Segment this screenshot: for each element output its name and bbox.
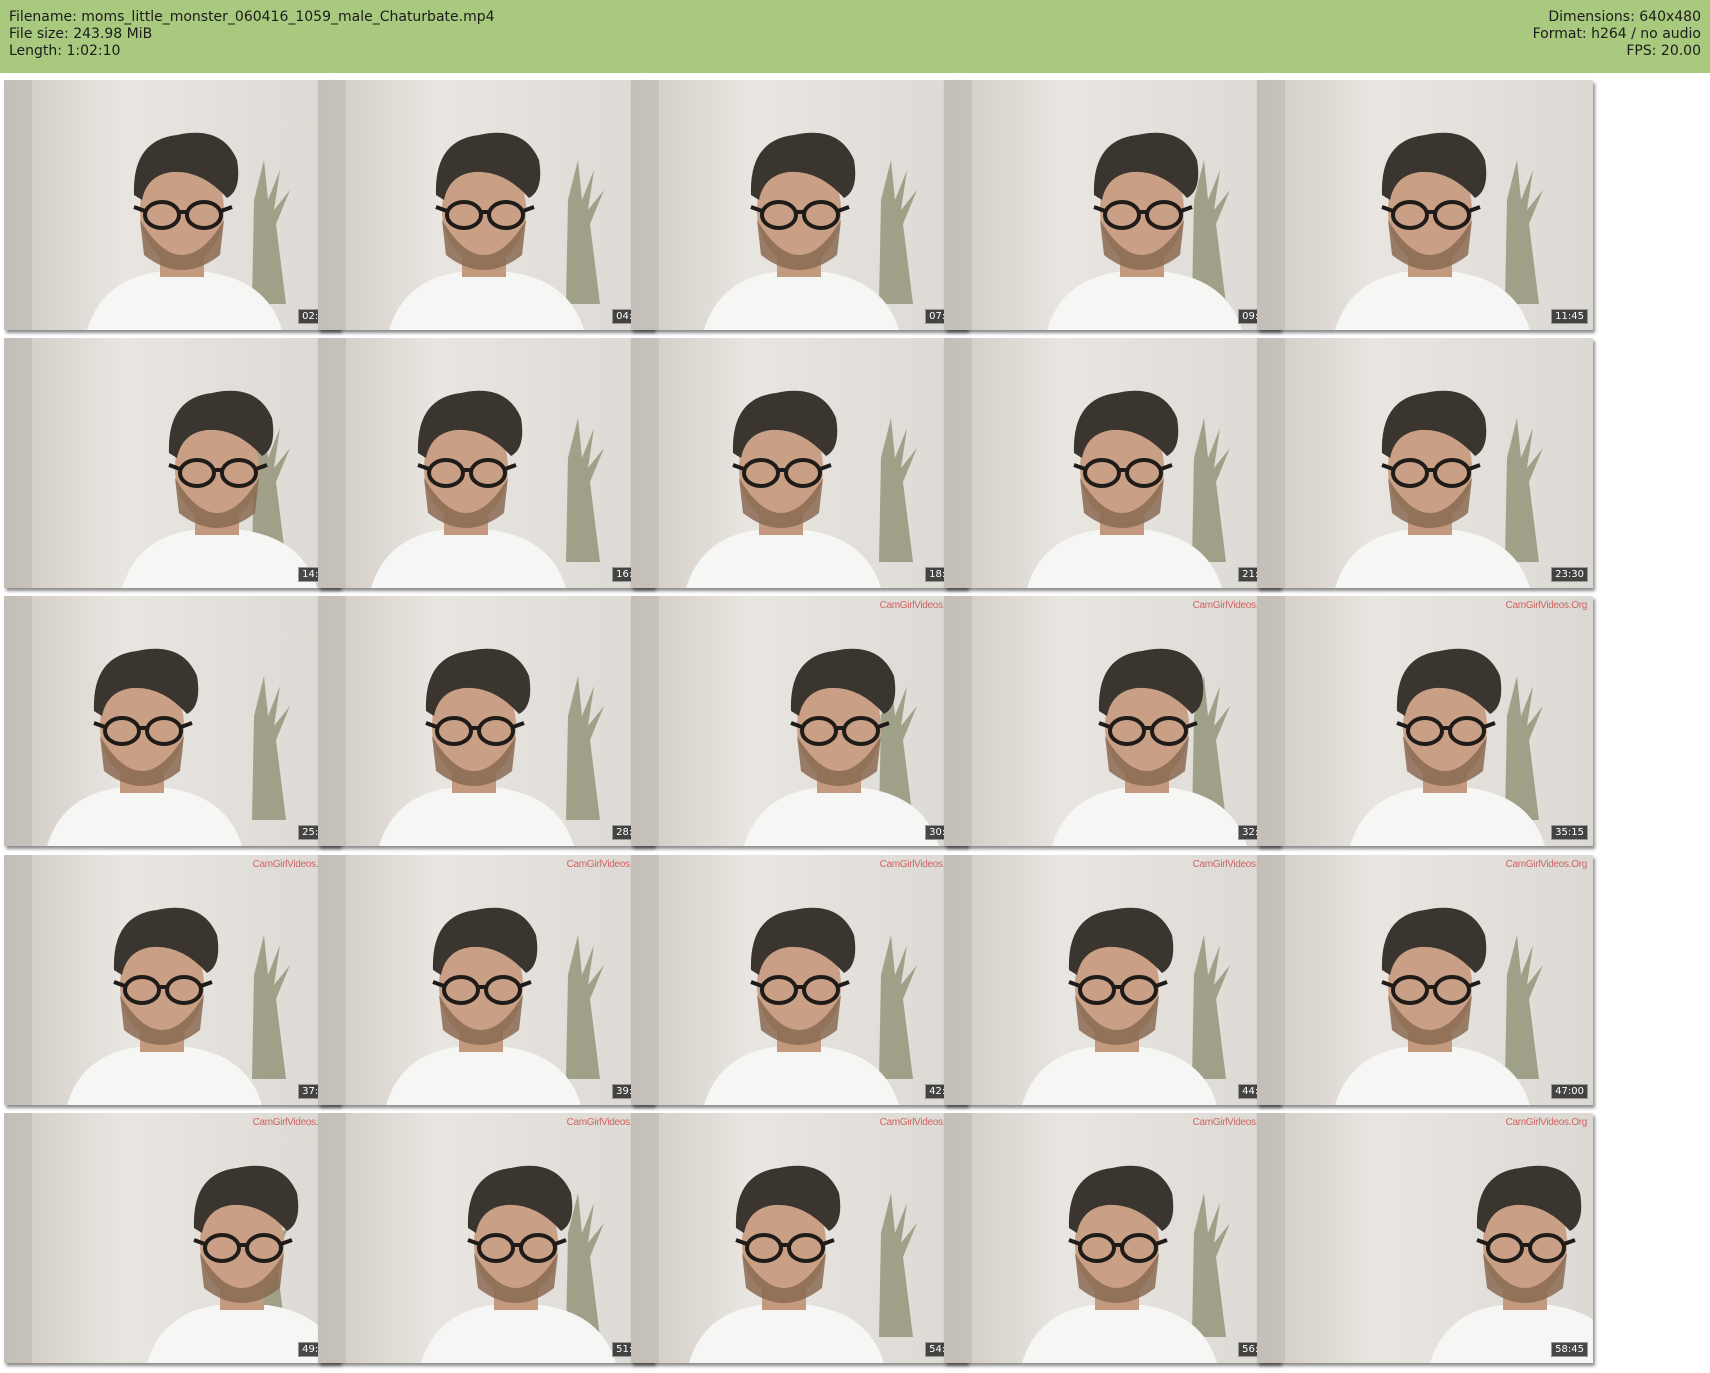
frame-image	[631, 855, 967, 1105]
video-thumbnail: 25:51	[4, 596, 340, 846]
video-thumbnail: 07:03	[631, 80, 967, 330]
frame-image	[944, 80, 1280, 330]
video-thumbnail: 39:57CamGirlVideos.Org	[318, 855, 654, 1105]
frame-image	[1257, 596, 1593, 846]
watermark-text: CamGirlVideos.Org	[1505, 1117, 1588, 1128]
frame-image	[318, 855, 654, 1105]
dimensions-text: Dimensions: 640x480	[1548, 9, 1701, 25]
timestamp-label: 23:30	[1551, 567, 1588, 582]
video-thumbnail: 04:42	[318, 80, 654, 330]
frame-image	[4, 338, 340, 588]
frame-image	[318, 596, 654, 846]
video-thumbnail: 47:00 CamGirlVideos.Org	[1257, 855, 1593, 1105]
video-thumbnail: 09:24	[944, 80, 1280, 330]
watermark-text: CamGirlVideos.Org	[1505, 600, 1588, 611]
frame-image	[631, 80, 967, 330]
video-thumbnail: 21:09	[944, 338, 1280, 588]
watermark-text: CamGirlVideos.Org	[1505, 859, 1588, 870]
frame-image	[1257, 1113, 1593, 1363]
filename-text: Filename: moms_little_monster_060416_105…	[9, 9, 495, 25]
frame-image	[318, 80, 654, 330]
file-info-left: Filename: moms_little_monster_060416_105…	[9, 9, 495, 60]
video-thumbnail: 28:12	[318, 596, 654, 846]
frame-image	[318, 1113, 654, 1363]
frame-image	[631, 1113, 967, 1363]
video-thumbnail: 51:42CamGirlVideos.Org	[318, 1113, 654, 1363]
frame-image	[631, 596, 967, 846]
video-thumbnail: 54:03CamGirlVideos.Org	[631, 1113, 967, 1363]
timestamp-label: 11:45	[1551, 309, 1588, 324]
video-thumbnail: 18:48	[631, 338, 967, 588]
fps-text: FPS: 20.00	[1626, 43, 1701, 59]
info-header: Filename: moms_little_monster_060416_105…	[0, 0, 1710, 73]
video-thumbnail: 11:45	[1257, 80, 1593, 330]
video-thumbnail: 42:18CamGirlVideos.Org	[631, 855, 967, 1105]
frame-image	[1257, 855, 1593, 1105]
video-thumbnail: 58:45 CamGirlVideos.Org	[1257, 1113, 1593, 1363]
frame-image	[944, 596, 1280, 846]
video-thumbnail: 14:06	[4, 338, 340, 588]
frame-image	[318, 338, 654, 588]
frame-image	[4, 1113, 340, 1363]
frame-image	[4, 855, 340, 1105]
timestamp-label: 58:45	[1551, 1342, 1588, 1357]
video-thumbnail: 44:39CamGirlVideos.Org	[944, 855, 1280, 1105]
length-text: Length: 1:02:10	[9, 43, 121, 59]
video-thumbnail: 56:24CamGirlVideos.Org	[944, 1113, 1280, 1363]
timestamp-label: 47:00	[1551, 1084, 1588, 1099]
frame-image	[1257, 338, 1593, 588]
format-text: Format: h264 / no audio	[1532, 26, 1701, 42]
timestamp-label: 35:15	[1551, 825, 1588, 840]
frame-image	[4, 596, 340, 846]
frame-image	[944, 855, 1280, 1105]
frame-image	[944, 1113, 1280, 1363]
frame-image	[1257, 80, 1593, 330]
frame-image	[944, 338, 1280, 588]
video-thumbnail: 02:21	[4, 80, 340, 330]
video-thumbnail: 16:27	[318, 338, 654, 588]
file-info-right: Dimensions: 640x480 Format: h264 / no au…	[1533, 9, 1701, 60]
video-thumbnail: 35:15 CamGirlVideos.Org	[1257, 596, 1593, 846]
filesize-text: File size: 243.98 MiB	[9, 26, 153, 42]
video-thumbnail: 30:33CamGirlVideos.Org	[631, 596, 967, 846]
video-thumbnail: 23:30	[1257, 338, 1593, 588]
video-thumbnail: 32:54CamGirlVideos.Org	[944, 596, 1280, 846]
video-thumbnail: 49:21 CamGirlVideos.Org	[4, 1113, 340, 1363]
frame-image	[631, 338, 967, 588]
video-thumbnail: 37:36 CamGirlVideos.Org	[4, 855, 340, 1105]
frame-image	[4, 80, 340, 330]
